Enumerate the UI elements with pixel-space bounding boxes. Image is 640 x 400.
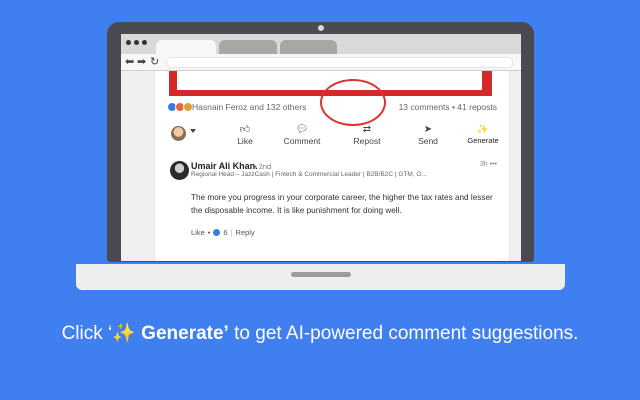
address-bar[interactable] [166,57,513,68]
forward-arrow-icon[interactable]: ➡ [137,55,146,69]
window-dot-icon[interactable] [126,40,131,45]
commenter-name[interactable]: Umair Ali Khan. [191,161,258,171]
browser-tab[interactable] [280,40,337,54]
laptop-base [76,264,565,290]
laptop-notch [291,272,351,277]
reply-button[interactable]: Reply [236,228,255,237]
refresh-icon[interactable]: ↻ [150,55,159,69]
sparkle-icon: ✨ [477,124,489,134]
laptop-camera [318,25,324,31]
like-button[interactable]: 👍︎ Like [225,123,265,146]
reaction-icons[interactable] [167,102,193,112]
window-dot-icon[interactable] [134,40,139,45]
navigation-bar: ⬅ ➡ ↻ [121,54,521,71]
window-controls[interactable] [126,40,147,45]
comments-reposts-count[interactable]: 13 comments • 41 reposts [399,102,497,112]
separator: | [230,228,233,237]
caption-prefix: Click ‘ [61,323,113,344]
like-reaction-icon [213,229,221,236]
chevron-down-icon[interactable] [190,129,196,133]
comment-like-count: 6 [223,228,228,237]
generate-button[interactable]: ✨ Generate [457,123,509,145]
comment-text: The more you progress in your corporate … [191,193,493,215]
avatar[interactable] [171,126,186,141]
tab-bar [121,34,521,54]
avatar[interactable] [170,161,189,180]
connection-degree: • 2nd [254,162,272,171]
repost-label: Repost [353,136,381,146]
send-label: Send [418,136,438,146]
back-arrow-icon[interactable]: ⬅ [125,55,134,69]
post-actions: 👍︎ Like 💬︎ Comment ⇄ Repost ➤ Send ✨ Gen… [167,123,499,153]
browser-window: ⬅ ➡ ↻ Hasnain Feroz and 132 others 13 co… [121,34,521,261]
separator: • [207,228,211,237]
comment-bubble-icon: 💬︎ [295,124,309,135]
commenter-headline: Regional Head – JazzCash | Fintech & Com… [191,171,427,178]
send-icon: ➤ [423,124,433,135]
sparkle-icon: ✨ [112,323,136,344]
comment-button[interactable]: 💬︎ Comment [277,123,327,146]
browser-tab-active[interactable] [156,40,216,54]
thumbs-up-icon: 👍︎ [239,124,251,135]
caption: Click ‘✨ Generate’ to get AI-powered com… [0,321,640,347]
generate-label: Generate [467,136,499,145]
like-label: Like [237,136,253,146]
browser-tab[interactable] [219,40,277,54]
highlight-circle [320,79,386,126]
repost-button[interactable]: ⇄ Repost [345,123,389,146]
comment-time[interactable]: 3h ••• [480,161,497,168]
comment-like-button[interactable]: Like [191,228,205,237]
comment-actions: Like • 6 | Reply [191,228,255,237]
likers-text[interactable]: Hasnain Feroz and 132 others [192,102,306,112]
caption-suffix: to get AI-powered comment suggestions. [228,323,579,344]
window-dot-icon[interactable] [142,40,147,45]
send-button[interactable]: ➤ Send [410,123,446,146]
caption-bold: Generate’ [135,323,229,344]
comment-label: Comment [283,136,321,146]
